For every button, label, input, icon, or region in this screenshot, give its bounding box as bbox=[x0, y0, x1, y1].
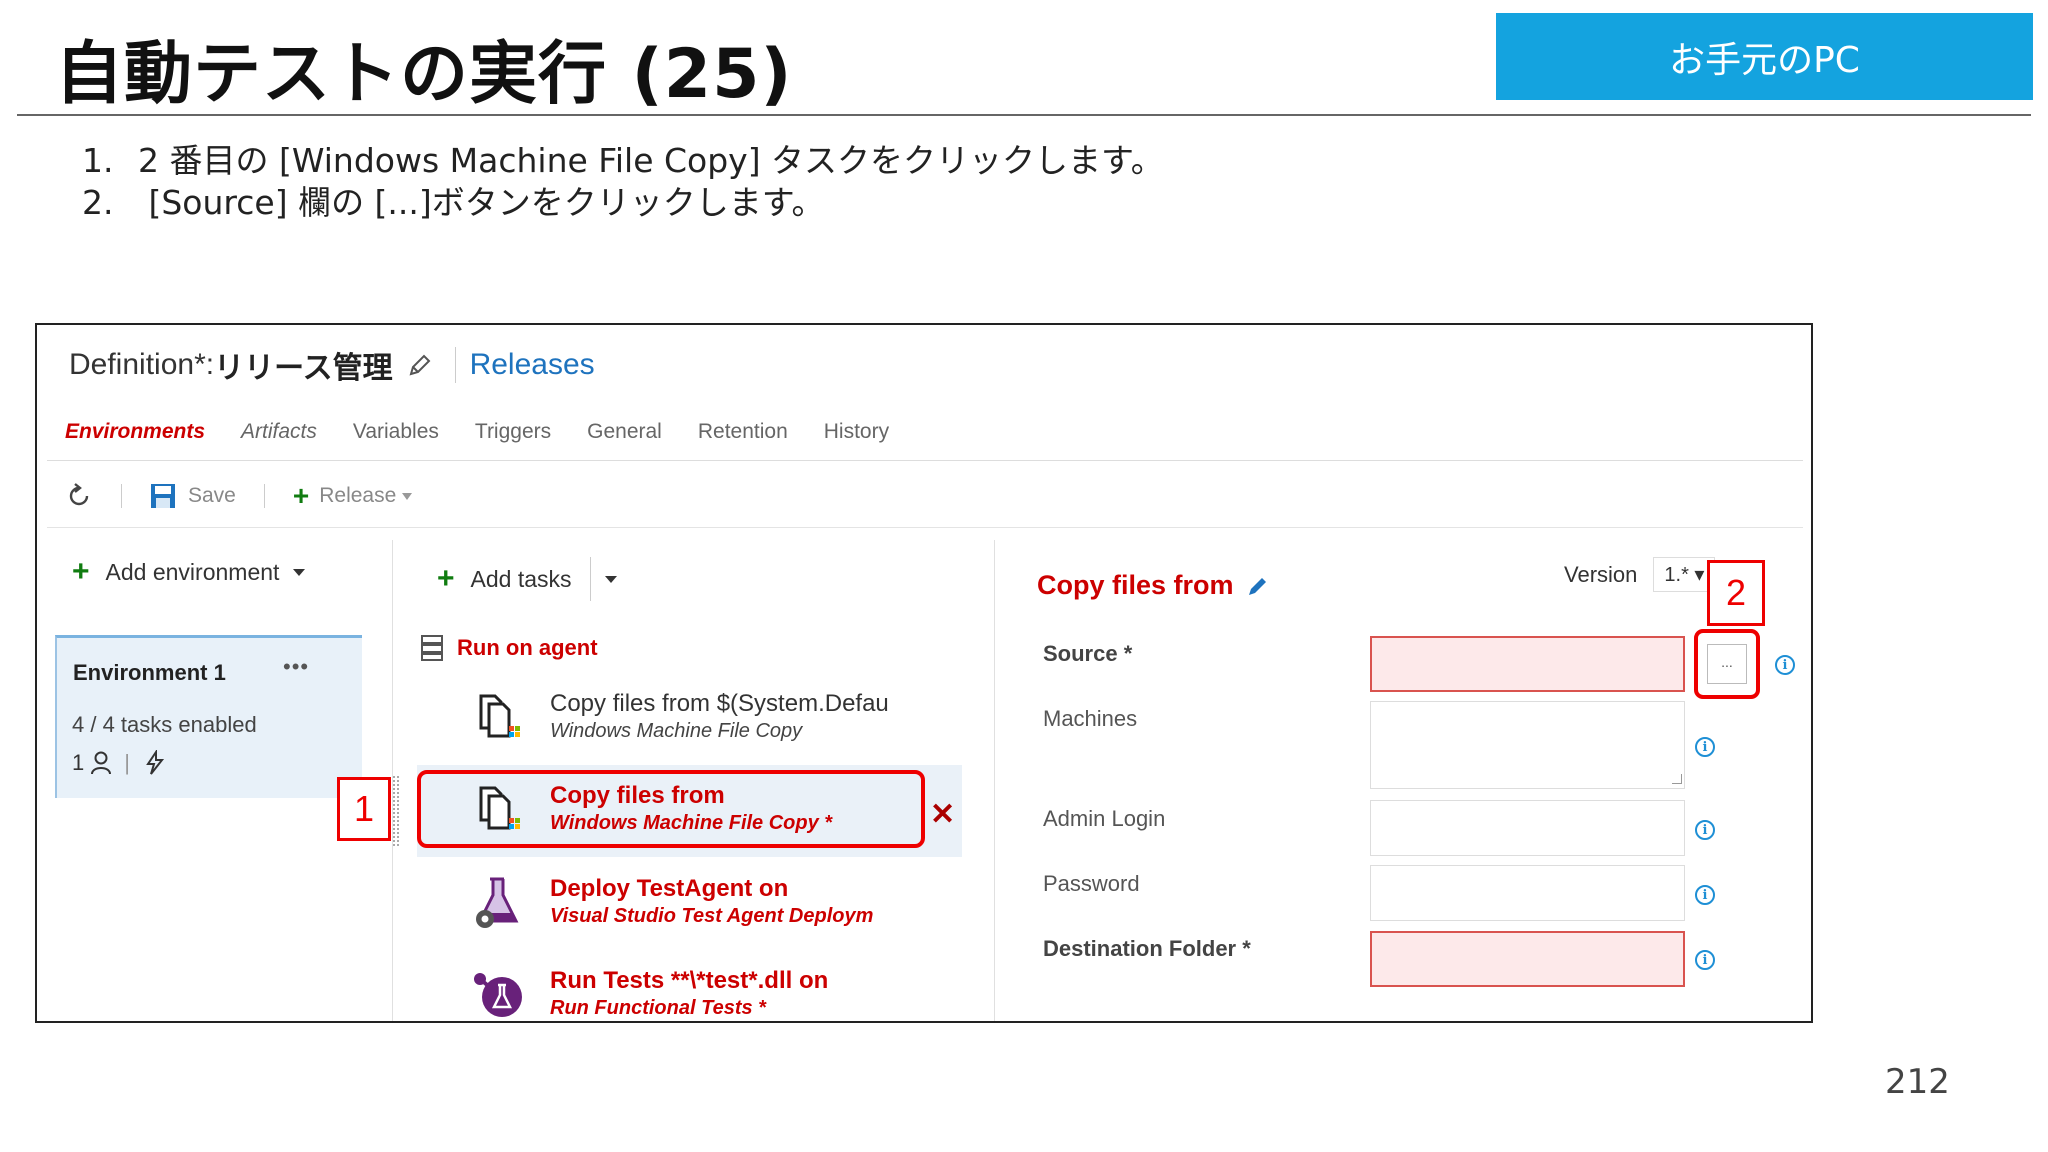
task-title: Run Tests **\*test*.dll on bbox=[550, 967, 829, 994]
instruction-list: 1. 2 番目の [Windows Machine File Copy] タスクを… bbox=[82, 140, 1164, 224]
server-icon bbox=[421, 635, 443, 661]
drag-handle[interactable] bbox=[393, 776, 399, 846]
destination-folder-label: Destination Folder * bbox=[1043, 936, 1251, 961]
source-label: Source * bbox=[1043, 641, 1133, 666]
tab-artifacts[interactable]: Artifacts bbox=[241, 420, 317, 444]
password-label: Password bbox=[1043, 871, 1140, 896]
test-agent-icon bbox=[476, 877, 519, 928]
selected-task-callout-box bbox=[417, 770, 925, 848]
tab-triggers[interactable]: Triggers bbox=[475, 420, 551, 444]
definition-header: Definition*: リリース管理 Releases bbox=[69, 343, 595, 387]
callout-2: 2 bbox=[1707, 560, 1765, 626]
header-separator bbox=[454, 347, 456, 383]
toolbar-separator bbox=[263, 484, 265, 508]
version-value: 1.* bbox=[1664, 564, 1689, 586]
task-title: Copy files from $(System.Defau bbox=[550, 690, 889, 717]
version-label: Version bbox=[1564, 561, 1638, 587]
more-options-icon[interactable]: ••• bbox=[283, 654, 309, 680]
remove-task-icon[interactable]: ✕ bbox=[930, 797, 955, 832]
add-environment-label: Add environment bbox=[105, 558, 280, 585]
task-detail-title: Copy files from bbox=[1037, 570, 1270, 601]
task-title: Deploy TestAgent on bbox=[550, 875, 789, 902]
tab-general[interactable]: General bbox=[587, 420, 662, 444]
approver-count: 1 bbox=[72, 750, 85, 775]
admin-login-label: Admin Login bbox=[1043, 806, 1166, 831]
save-button[interactable]: Save bbox=[188, 484, 236, 508]
info-icon[interactable]: i bbox=[1695, 950, 1715, 970]
deployment-condition-icon[interactable] bbox=[142, 750, 168, 776]
task-subtitle: Run Functional Tests * bbox=[550, 997, 766, 1019]
task-deploy-testagent[interactable]: Deploy TestAgent on Visual Studio Test A… bbox=[437, 875, 987, 935]
add-tasks-separator bbox=[589, 557, 591, 601]
source-browse-button[interactable]: ... bbox=[1694, 629, 1760, 699]
definition-tabs: Environments Artifacts Variables Trigger… bbox=[65, 420, 925, 444]
task-subtitle: Visual Studio Test Agent Deploym bbox=[550, 905, 874, 927]
user-icon[interactable] bbox=[90, 751, 112, 775]
tab-environments[interactable]: Environments bbox=[65, 420, 205, 444]
phase-run-on-agent[interactable]: Run on agent bbox=[421, 635, 598, 661]
browse-label: ... bbox=[1707, 644, 1747, 684]
machines-textarea[interactable] bbox=[1370, 701, 1685, 789]
release-definition-screenshot: Definition*: リリース管理 Releases Environment… bbox=[35, 323, 1813, 1023]
task-run-tests[interactable]: Run Tests **\*test*.dll on Run Functiona… bbox=[437, 967, 987, 1021]
chevron-down-icon[interactable] bbox=[402, 492, 413, 500]
info-icon[interactable]: i bbox=[1695, 820, 1715, 840]
page-number: 212 bbox=[1885, 1062, 1950, 1102]
tabs-divider bbox=[47, 460, 1803, 461]
release-plus-icon: + bbox=[292, 480, 310, 511]
toolbar-divider bbox=[47, 527, 1803, 528]
chevron-down-icon[interactable] bbox=[293, 568, 306, 576]
tab-history[interactable]: History bbox=[824, 420, 889, 444]
toolbar-separator bbox=[121, 484, 122, 508]
definition-prefix: Definition*: bbox=[69, 348, 215, 381]
title-divider bbox=[17, 114, 2031, 116]
callout-1: 1 bbox=[337, 777, 391, 841]
task-copy-files-1[interactable]: Copy files from $(System.Defau Windows M… bbox=[437, 690, 987, 750]
add-environment-button[interactable]: + Add environment bbox=[72, 555, 306, 588]
password-input[interactable] bbox=[1370, 865, 1685, 921]
plus-icon: + bbox=[437, 562, 455, 595]
save-icon[interactable] bbox=[150, 483, 176, 509]
destination-folder-input[interactable] bbox=[1370, 931, 1685, 987]
add-tasks-label: Add tasks bbox=[470, 565, 572, 592]
definition-name: リリース管理 bbox=[214, 352, 393, 385]
edit-pencil-icon[interactable] bbox=[407, 352, 433, 378]
environment-name: Environment 1 bbox=[73, 660, 226, 685]
tab-retention[interactable]: Retention bbox=[698, 420, 788, 444]
slide-title: 自動テストの実行 (25) bbox=[55, 35, 793, 114]
phase-label: Run on agent bbox=[457, 635, 598, 660]
version-picker: Version 1.* ▾ bbox=[1564, 557, 1716, 592]
refresh-icon[interactable] bbox=[65, 482, 93, 510]
run-tests-icon bbox=[474, 973, 522, 1017]
add-tasks-button[interactable]: + Add tasks bbox=[437, 557, 617, 601]
column-divider bbox=[994, 540, 995, 1021]
environment-card[interactable]: Environment 1 ••• 4 / 4 tasks enabled 1 … bbox=[55, 635, 362, 798]
info-icon[interactable]: i bbox=[1695, 737, 1715, 757]
file-copy-icon bbox=[479, 694, 520, 738]
source-input[interactable] bbox=[1370, 636, 1685, 692]
info-icon[interactable]: i bbox=[1775, 655, 1795, 675]
release-button[interactable]: Release bbox=[319, 484, 396, 508]
chevron-down-icon[interactable] bbox=[604, 575, 617, 583]
meta-separator: | bbox=[124, 750, 130, 775]
instruction-1: 1. 2 番目の [Windows Machine File Copy] タスクを… bbox=[82, 141, 1164, 180]
detail-title-text: Copy files from bbox=[1037, 570, 1234, 600]
plus-icon: + bbox=[72, 555, 90, 588]
resize-handle[interactable] bbox=[1672, 774, 1682, 784]
instruction-2: 2. [Source] 欄の [...]ボタンをクリックします。 bbox=[82, 183, 825, 222]
environment-meta: 1 | bbox=[72, 750, 168, 776]
tab-variables[interactable]: Variables bbox=[353, 420, 439, 444]
tasks-enabled-count: 4 / 4 tasks enabled bbox=[72, 712, 257, 737]
releases-link[interactable]: Releases bbox=[470, 348, 595, 382]
pc-badge: お手元のPC bbox=[1496, 13, 2033, 100]
info-icon[interactable]: i bbox=[1695, 885, 1715, 905]
toolbar: Save + Release bbox=[65, 480, 413, 512]
edit-pencil-icon[interactable] bbox=[1246, 574, 1270, 598]
admin-login-input[interactable] bbox=[1370, 800, 1685, 856]
machines-label: Machines bbox=[1043, 706, 1138, 731]
task-subtitle: Windows Machine File Copy bbox=[550, 720, 803, 742]
